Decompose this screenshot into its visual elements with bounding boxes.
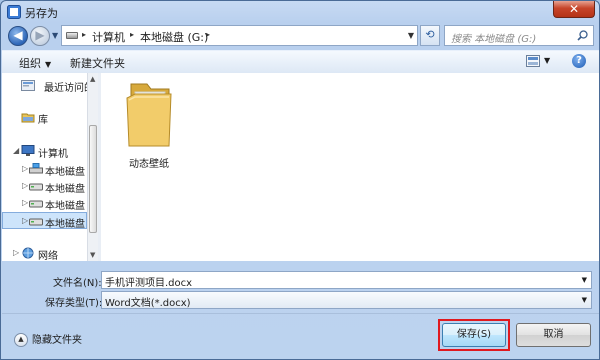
filename-value: 手机评测项目.docx [105, 278, 193, 289]
computer-icon [21, 145, 35, 156]
footer-divider [2, 313, 599, 314]
expander-closed-icon[interactable]: ▷ [22, 198, 28, 207]
chevron-down-icon[interactable]: ▼ [582, 276, 587, 284]
back-arrow-icon: ◀ [13, 28, 23, 42]
search-placeholder: 搜索 本地磁盘 (G:) [451, 34, 537, 45]
folder-icon [126, 83, 172, 147]
navigation-pane: 最近访问的 库 ◢ 计算机 ▷ 本地磁盘 ▷ [2, 73, 98, 262]
chevron-down-icon: ▼ [45, 60, 52, 69]
expander-closed-icon[interactable]: ▷ [22, 216, 28, 225]
window-title: 另存为 [25, 7, 58, 20]
nav-item-label: 最近访问的 [44, 83, 87, 94]
help-icon[interactable]: ? [572, 54, 586, 68]
organize-label: 组织 [19, 57, 41, 70]
folder-item[interactable]: 动态壁纸 [113, 78, 185, 170]
refresh-icon: ⟲ [425, 28, 435, 41]
search-input[interactable]: 搜索 本地磁盘 (G:) [444, 25, 594, 46]
breadcrumb-drive[interactable]: 本地磁盘 (G:) [140, 29, 208, 45]
recent-places-icon [21, 80, 35, 91]
organize-button[interactable]: 组织 ▼ [19, 55, 51, 71]
system-drive-icon [29, 163, 43, 174]
nav-item-drive[interactable]: ▷ 本地磁盘 [2, 195, 87, 212]
scroll-up-icon[interactable]: ▲ [90, 75, 95, 83]
view-options-icon[interactable] [526, 55, 540, 67]
address-bar[interactable]: ▸ 计算机 ▸ 本地磁盘 (G:) ▸ ▼ [61, 25, 418, 46]
title-bar[interactable]: 另存为 ✕ [1, 1, 599, 23]
chevron-right-icon[interactable]: ▸ [130, 30, 134, 39]
filename-label: 文件名(N): [53, 278, 102, 289]
nav-item-libraries[interactable]: 库 [2, 109, 87, 126]
nav-item-label: 计算机 [38, 149, 68, 160]
nav-item-label: 本地磁盘 [45, 184, 85, 195]
hide-folders-button[interactable]: ▲ 隐藏文件夹 [14, 331, 82, 347]
nav-item-drive-selected[interactable]: ▷ 本地磁盘 [2, 212, 87, 229]
nav-item-label: 本地磁盘 [45, 201, 85, 212]
expander-open-icon[interactable]: ◢ [13, 146, 19, 155]
chevron-up-icon: ▲ [14, 333, 28, 347]
filetype-value: Word文档(*.docx) [105, 298, 191, 309]
nav-item-computer[interactable]: ◢ 计算机 [2, 143, 87, 160]
forward-arrow-icon: ▶ [35, 28, 45, 42]
filetype-select[interactable]: Word文档(*.docx) ▼ [101, 291, 592, 309]
filename-field[interactable]: 手机评测项目.docx ▼ [101, 271, 592, 289]
chevron-right-icon[interactable]: ▸ [206, 30, 210, 39]
save-button[interactable]: 保存(S) [442, 323, 506, 347]
expander-closed-icon[interactable]: ▷ [22, 181, 28, 190]
scroll-down-icon[interactable]: ▼ [90, 251, 95, 259]
nav-item-label: 网络 [38, 251, 58, 262]
library-icon [21, 113, 35, 123]
toolbar: 组织 ▼ 新建文件夹 ▼ ? [2, 50, 599, 74]
forward-button[interactable]: ▶ [30, 26, 50, 46]
save-as-dialog: 另存为 ✕ ◀ ▶ ▼ ▸ 计算机 ▸ 本地磁盘 (G:) ▸ ▼ ⟲ 搜索 本… [0, 0, 600, 360]
chevron-right-icon[interactable]: ▸ [82, 30, 86, 39]
history-dropdown-icon[interactable]: ▼ [52, 31, 58, 40]
cancel-button[interactable]: 取消 [516, 323, 591, 347]
folder-name: 动态壁纸 [129, 159, 169, 170]
nav-pane-scrollbar[interactable]: ▲ ▼ [87, 73, 98, 261]
close-icon: ✕ [568, 2, 580, 16]
refresh-button[interactable]: ⟲ [420, 25, 440, 46]
expander-closed-icon[interactable]: ▷ [22, 164, 28, 173]
expander-closed-icon[interactable]: ▷ [13, 248, 19, 257]
drive-icon [29, 200, 43, 208]
search-icon [577, 30, 588, 41]
breadcrumb-computer[interactable]: 计算机 [92, 29, 125, 45]
nav-item-drive[interactable]: ▷ 本地磁盘 [2, 161, 87, 178]
nav-item-label: 本地磁盘 [45, 219, 85, 229]
drive-icon [29, 183, 43, 191]
nav-item-drive[interactable]: ▷ 本地磁盘 [2, 178, 87, 195]
hide-folders-label: 隐藏文件夹 [32, 335, 82, 346]
new-folder-button[interactable]: 新建文件夹 [70, 55, 125, 71]
network-icon [22, 247, 34, 259]
filetype-label: 保存类型(T): [45, 298, 103, 309]
nav-item-network[interactable]: ▷ 网络 [2, 245, 87, 262]
app-icon [7, 5, 21, 19]
nav-item-label: 本地磁盘 [45, 167, 85, 178]
nav-item-label: 库 [38, 115, 48, 126]
drive-icon [29, 218, 43, 226]
drive-icon [66, 32, 78, 39]
chevron-down-icon[interactable]: ▼ [544, 56, 550, 65]
address-dropdown-icon[interactable]: ▼ [408, 31, 414, 40]
back-button[interactable]: ◀ [8, 26, 28, 46]
nav-item-recent[interactable]: 最近访问的 [2, 77, 87, 94]
scroll-thumb[interactable] [89, 125, 97, 233]
file-list: 动态壁纸 [101, 73, 599, 261]
close-button[interactable]: ✕ [553, 1, 595, 18]
chevron-down-icon[interactable]: ▼ [582, 296, 587, 304]
